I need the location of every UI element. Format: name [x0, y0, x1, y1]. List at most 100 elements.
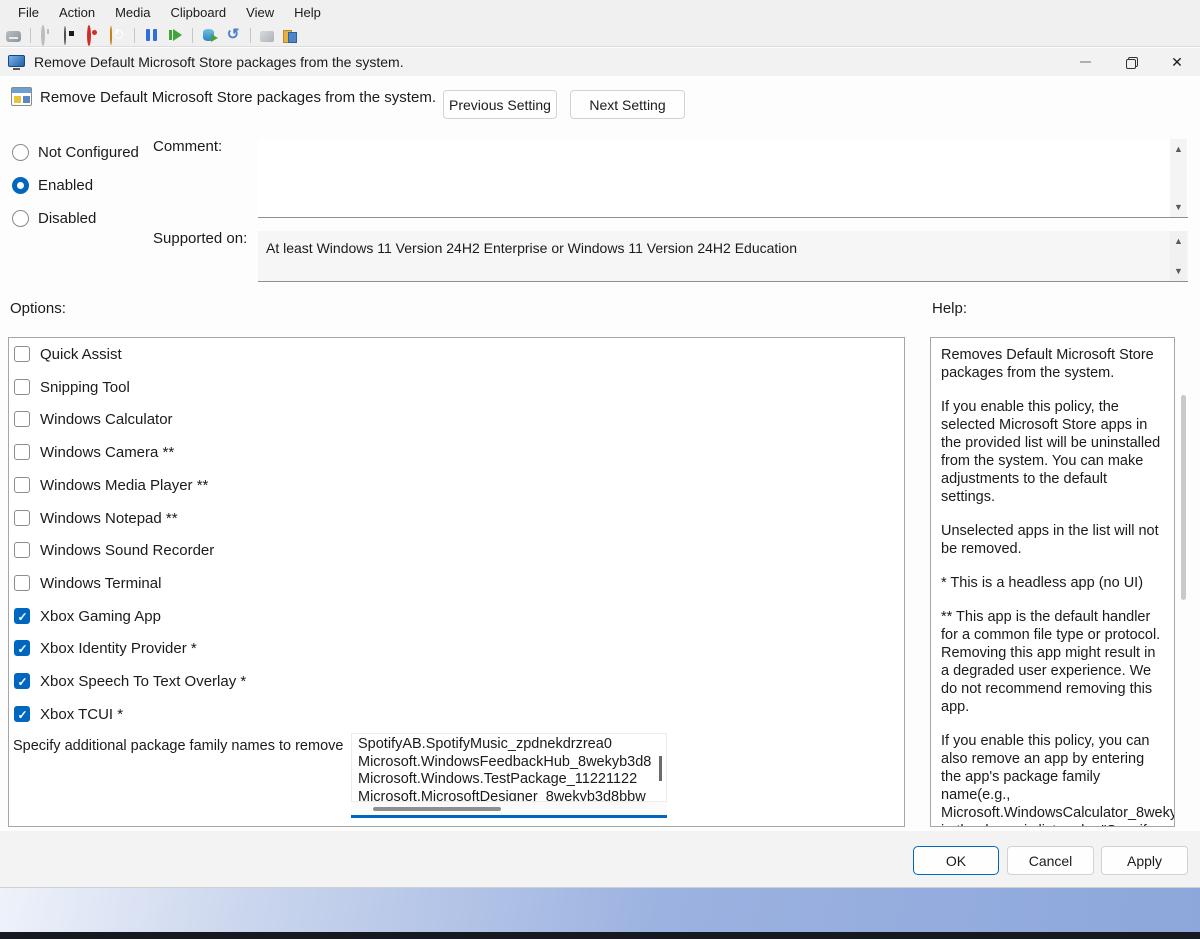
checkbox[interactable] — [14, 379, 30, 395]
menu-view[interactable]: View — [236, 2, 284, 23]
previous-setting-button[interactable]: Previous Setting — [443, 90, 557, 119]
next-setting-button[interactable]: Next Setting — [570, 90, 685, 119]
package-line[interactable]: SpotifyAB.SpotifyMusic_zpdnekdrzrea0 — [358, 736, 660, 754]
option-xbox-gaming-app[interactable]: Xbox Gaming App — [14, 606, 161, 626]
menu-media[interactable]: Media — [105, 2, 160, 23]
checkbox[interactable] — [14, 477, 30, 493]
apply-button[interactable]: Apply — [1101, 846, 1188, 875]
pause-icon[interactable] — [144, 27, 160, 43]
package-line[interactable]: Microsoft.Windows.TestPackage_11221122 — [358, 771, 660, 789]
supported-scrollbar[interactable]: ▲ ▼ — [1170, 231, 1187, 281]
help-paragraph: If you enable this policy, the selected … — [941, 399, 1161, 505]
reset-icon[interactable] — [167, 27, 183, 43]
package-line[interactable]: Microsoft.MicrosoftDesigner_8wekyb3d8bbw — [358, 789, 660, 802]
comment-scrollbar[interactable]: ▲ ▼ — [1170, 139, 1187, 217]
toolbar-separator — [30, 27, 31, 43]
option-windows-sound-recorder[interactable]: Windows Sound Recorder — [14, 540, 214, 560]
options-panel: Quick Assist Snipping Tool Windows Calcu… — [8, 337, 905, 827]
ok-button[interactable]: OK — [913, 846, 999, 875]
menu-clipboard[interactable]: Clipboard — [161, 2, 237, 23]
revert-icon[interactable]: ↺ — [225, 27, 241, 43]
dialog-app-icon — [8, 54, 25, 70]
scroll-up-icon[interactable]: ▲ — [1170, 144, 1187, 154]
share-icon[interactable] — [281, 27, 297, 43]
scroll-up-icon[interactable]: ▲ — [1170, 236, 1187, 246]
menu-action[interactable]: Action — [49, 2, 105, 23]
menu-help[interactable]: Help — [284, 2, 331, 23]
taskbar-edge — [0, 932, 1200, 939]
option-xbox-tcui[interactable]: Xbox TCUI * — [14, 704, 123, 724]
scroll-down-icon[interactable]: ▼ — [1170, 266, 1187, 276]
package-names-label: Specify additional package family names … — [13, 738, 344, 754]
close-button[interactable]: ✕ — [1154, 48, 1200, 76]
focus-accent-line — [351, 815, 667, 818]
menu-file[interactable]: File — [8, 2, 49, 23]
supported-on-field: At least Windows 11 Version 24H2 Enterpr… — [258, 231, 1188, 282]
checkbox[interactable] — [14, 444, 30, 460]
options-label: Options: — [10, 300, 66, 317]
toolbar: ↺ — [0, 24, 1200, 47]
radio-enabled[interactable]: Enabled — [12, 176, 93, 194]
horizontal-scrollbar[interactable] — [351, 802, 667, 815]
package-names-text[interactable]: SpotifyAB.SpotifyMusic_zpdnekdrzrea0 Mic… — [351, 733, 667, 802]
supported-on-label: Supported on: — [153, 230, 248, 247]
help-paragraph: Unselected apps in the list will not be … — [941, 523, 1159, 557]
checkbox[interactable] — [14, 706, 30, 722]
option-windows-terminal[interactable]: Windows Terminal — [14, 573, 161, 593]
window-title: Remove Default Microsoft Store packages … — [34, 54, 404, 70]
checkbox[interactable] — [14, 346, 30, 362]
toolbar-separator — [192, 27, 193, 43]
save-state-icon[interactable] — [109, 26, 125, 45]
checkbox[interactable] — [14, 575, 30, 591]
radio-circle[interactable] — [12, 209, 29, 227]
option-quick-assist[interactable]: Quick Assist — [14, 344, 122, 364]
option-snipping-tool[interactable]: Snipping Tool — [14, 377, 130, 397]
option-windows-calculator[interactable]: Windows Calculator — [14, 409, 173, 429]
radio-circle[interactable] — [12, 143, 29, 161]
title-bar: Remove Default Microsoft Store packages … — [0, 48, 1200, 76]
toolbar-separator — [134, 27, 135, 43]
toolbar-separator — [250, 27, 251, 43]
menu-bar: File Action Media Clipboard View Help — [0, 0, 1200, 24]
radio-disabled[interactable]: Disabled — [12, 209, 96, 227]
comment-label: Comment: — [153, 138, 223, 155]
vertical-scrollbar-thumb[interactable] — [659, 756, 662, 781]
checkbox[interactable] — [14, 673, 30, 689]
option-windows-media-player[interactable]: Windows Media Player ** — [14, 475, 208, 495]
cancel-button[interactable]: Cancel — [1007, 846, 1094, 875]
horizontal-scrollbar-thumb[interactable] — [373, 807, 501, 811]
option-xbox-identity-provider[interactable]: Xbox Identity Provider * — [14, 638, 197, 658]
checkbox[interactable] — [14, 411, 30, 427]
restore-button[interactable] — [1108, 48, 1154, 76]
radio-not-configured[interactable]: Not Configured — [12, 143, 139, 161]
checkpoint-icon[interactable] — [202, 27, 218, 43]
option-xbox-speech-to-text-overlay[interactable]: Xbox Speech To Text Overlay * — [14, 671, 246, 691]
comment-textarea[interactable]: ▲ ▼ — [258, 139, 1188, 218]
start-icon — [40, 25, 56, 46]
option-windows-camera[interactable]: Windows Camera ** — [14, 442, 174, 462]
policy-title: Remove Default Microsoft Store packages … — [40, 89, 436, 106]
enhanced-session-icon — [260, 31, 274, 42]
vm-connection-window: File Action Media Clipboard View Help ↺ … — [0, 0, 1200, 939]
ctrl-alt-del-icon[interactable] — [6, 31, 21, 42]
help-scrollbar-thumb[interactable] — [1181, 395, 1186, 600]
checkbox[interactable] — [14, 542, 30, 558]
radio-circle[interactable] — [12, 176, 29, 194]
help-panel: Removes Default Microsoft Store packages… — [930, 337, 1175, 827]
checkbox[interactable] — [14, 640, 30, 656]
scroll-down-icon[interactable]: ▼ — [1170, 202, 1187, 212]
help-label: Help: — [932, 300, 968, 317]
shut-down-icon[interactable] — [86, 25, 102, 46]
option-windows-notepad[interactable]: Windows Notepad ** — [14, 508, 178, 528]
policy-setting-icon — [11, 87, 32, 106]
checkbox[interactable] — [14, 608, 30, 624]
help-paragraph: Removes Default Microsoft Store packages… — [941, 347, 1154, 381]
package-line[interactable]: Microsoft.WindowsFeedbackHub_8wekyb3d8 — [358, 754, 660, 772]
help-paragraph: ** This app is the default handler for a… — [941, 609, 1161, 715]
checkbox[interactable] — [14, 510, 30, 526]
desktop-background — [0, 888, 1200, 932]
supported-on-value: At least Windows 11 Version 24H2 Enterpr… — [266, 240, 797, 256]
turn-off-icon[interactable] — [63, 26, 79, 45]
package-names-listbox[interactable]: SpotifyAB.SpotifyMusic_zpdnekdrzrea0 Mic… — [351, 733, 667, 821]
minimize-button — [1062, 48, 1108, 76]
